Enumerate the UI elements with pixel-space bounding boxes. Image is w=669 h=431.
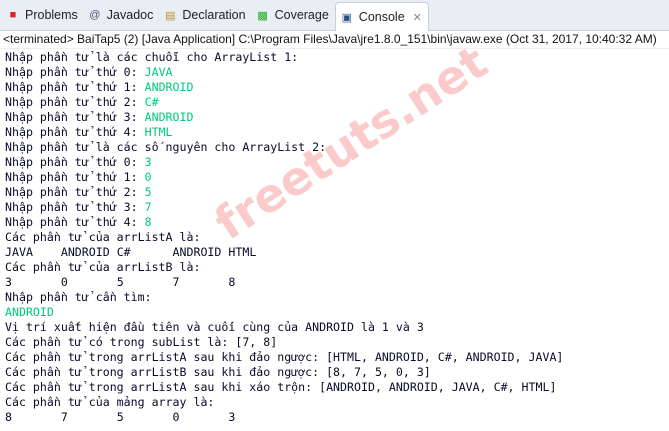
tab-declaration[interactable]: ▤ Declaration: [159, 2, 251, 28]
declaration-icon: ▤: [165, 9, 176, 22]
console-line: Nhập phần tử là các số nguyên cho ArrayL…: [5, 140, 669, 155]
console-output-text: Nhập phần tử thứ 3:: [5, 110, 145, 124]
console-output-text: JAVA ANDROID C# ANDROID HTML: [5, 245, 257, 259]
coverage-icon: ▩: [257, 9, 268, 22]
tab-label: Javadoc: [106, 8, 154, 22]
tab-label: Problems: [25, 8, 78, 22]
console-line: 8 7 5 0 3: [5, 410, 669, 425]
tab-console[interactable]: ▣ Console ✕: [334, 2, 429, 31]
console-input-text: 0: [144, 170, 152, 184]
console-output-text: Các phần tử trong arrListA sau khi đảo n…: [5, 350, 564, 364]
console-output-text: Nhập phần tử thứ 0:: [5, 65, 145, 79]
tab-label: Coverage: [274, 8, 329, 22]
console-output-text: Nhập phần tử là các chuỗi cho ArrayList …: [5, 50, 299, 64]
console-output-text: Nhập phần tử thứ 2:: [5, 185, 145, 199]
console-line: Các phần tử của arrListB là:: [5, 260, 669, 275]
tab-label: Declaration: [182, 8, 246, 22]
console-output-text: Nhập phần tử thứ 1:: [5, 80, 145, 94]
tab-javadoc[interactable]: @ Javadoc: [84, 2, 160, 28]
at-icon: @: [89, 9, 101, 21]
console-output-text: Các phần tử của arrListB là:: [5, 260, 201, 274]
console-line: Các phần tử trong arrListA sau khi xáo t…: [5, 380, 669, 395]
console-line: Nhập phần tử thứ 0: 3: [5, 155, 669, 170]
view-tab-bar: ■ Problems @ Javadoc ▤ Declaration ▩ Cov…: [0, 0, 669, 31]
console-output-text: Nhập phần tử thứ 4:: [5, 125, 145, 139]
console-status: <terminated> BaiTap5 (2) [Java Applicati…: [0, 31, 669, 49]
console-line: JAVA ANDROID C# ANDROID HTML: [5, 245, 669, 260]
console-output-text: 3 0 5 7 8: [5, 275, 236, 289]
console-line: Các phần tử trong arrListA sau khi đảo n…: [5, 350, 669, 365]
console-line: Các phần tử của arrListA là:: [5, 230, 669, 245]
console-input-text: JAVA: [144, 65, 173, 79]
console-input-text: C#: [144, 95, 159, 109]
console-line: Vị trí xuất hiện đầu tiên và cuối cùng c…: [5, 320, 669, 335]
console-input-text: 8: [144, 215, 152, 229]
tab-problems[interactable]: ■ Problems: [2, 2, 84, 28]
problems-icon: ■: [9, 9, 17, 21]
console-input-text: 3: [144, 155, 152, 169]
console-line: Nhập phần tử là các chuỗi cho ArrayList …: [5, 50, 669, 65]
console-line: Nhập phần tử thứ 1: ANDROID: [5, 80, 669, 95]
console-input-text: ANDROID: [144, 110, 194, 124]
console-output-text: Nhập phần tử là các số nguyên cho ArrayL…: [5, 140, 327, 154]
console-output-text: 8 7 5 0 3: [5, 410, 236, 424]
console-output-text: Nhập phần tử thứ 3:: [5, 200, 145, 214]
tab-label: Console: [358, 10, 405, 24]
console-output-text: Vị trí xuất hiện đầu tiên và cuối cùng c…: [5, 320, 424, 334]
console-input-text: HTML: [144, 125, 173, 139]
console-line: Nhập phần tử thứ 0: JAVA: [5, 65, 669, 80]
console-output-text: Nhập phần tử thứ 1:: [5, 170, 145, 184]
console-output[interactable]: Nhập phần tử là các chuỗi cho ArrayList …: [0, 49, 669, 425]
console-output-text: Các phần tử trong arrListB sau khi đảo n…: [5, 365, 431, 379]
console-line: Nhập phần tử thứ 4: HTML: [5, 125, 669, 140]
console-line: Nhập phần tử thứ 1: 0: [5, 170, 669, 185]
console-output-text: Nhập phần tử thứ 4:: [5, 215, 145, 229]
console-line: Nhập phần tử thứ 4: 8: [5, 215, 669, 230]
console-output-text: Nhập phần tử thứ 2:: [5, 95, 145, 109]
console-output-text: Các phần tử của arrListA là:: [5, 230, 201, 244]
console-output-text: Nhập phần tử cần tìm:: [5, 290, 152, 304]
console-input-text: ANDROID: [5, 305, 54, 319]
console-line: Nhập phần tử cần tìm:: [5, 290, 669, 305]
console-output-text: Nhập phần tử thứ 0:: [5, 155, 145, 169]
console-icon: ▣: [341, 11, 352, 24]
console-output-text: Các phần tử của mảng array là:: [5, 395, 215, 409]
console-line: Các phần tử trong arrListB sau khi đảo n…: [5, 365, 669, 380]
console-line: Các phần tử có trong subList là: [7, 8]: [5, 335, 669, 350]
console-input-text: 5: [144, 185, 152, 199]
console-line: Các phần tử của mảng array là:: [5, 395, 669, 410]
console-input-text: ANDROID: [144, 80, 194, 94]
console-line: Nhập phần tử thứ 3: 7: [5, 200, 669, 215]
console-line: Nhập phần tử thứ 2: 5: [5, 185, 669, 200]
console-output-text: Các phần tử có trong subList là: [7, 8]: [5, 335, 278, 349]
tab-coverage[interactable]: ▩ Coverage: [252, 2, 335, 28]
console-input-text: 7: [144, 200, 152, 214]
console-line: Nhập phần tử thứ 3: ANDROID: [5, 110, 669, 125]
console-line: ANDROID: [5, 305, 669, 320]
console-output-text: Các phần tử trong arrListA sau khi xáo t…: [5, 380, 557, 394]
console-line: 3 0 5 7 8: [5, 275, 669, 290]
close-icon[interactable]: ✕: [413, 11, 422, 24]
console-line: Nhập phần tử thứ 2: C#: [5, 95, 669, 110]
